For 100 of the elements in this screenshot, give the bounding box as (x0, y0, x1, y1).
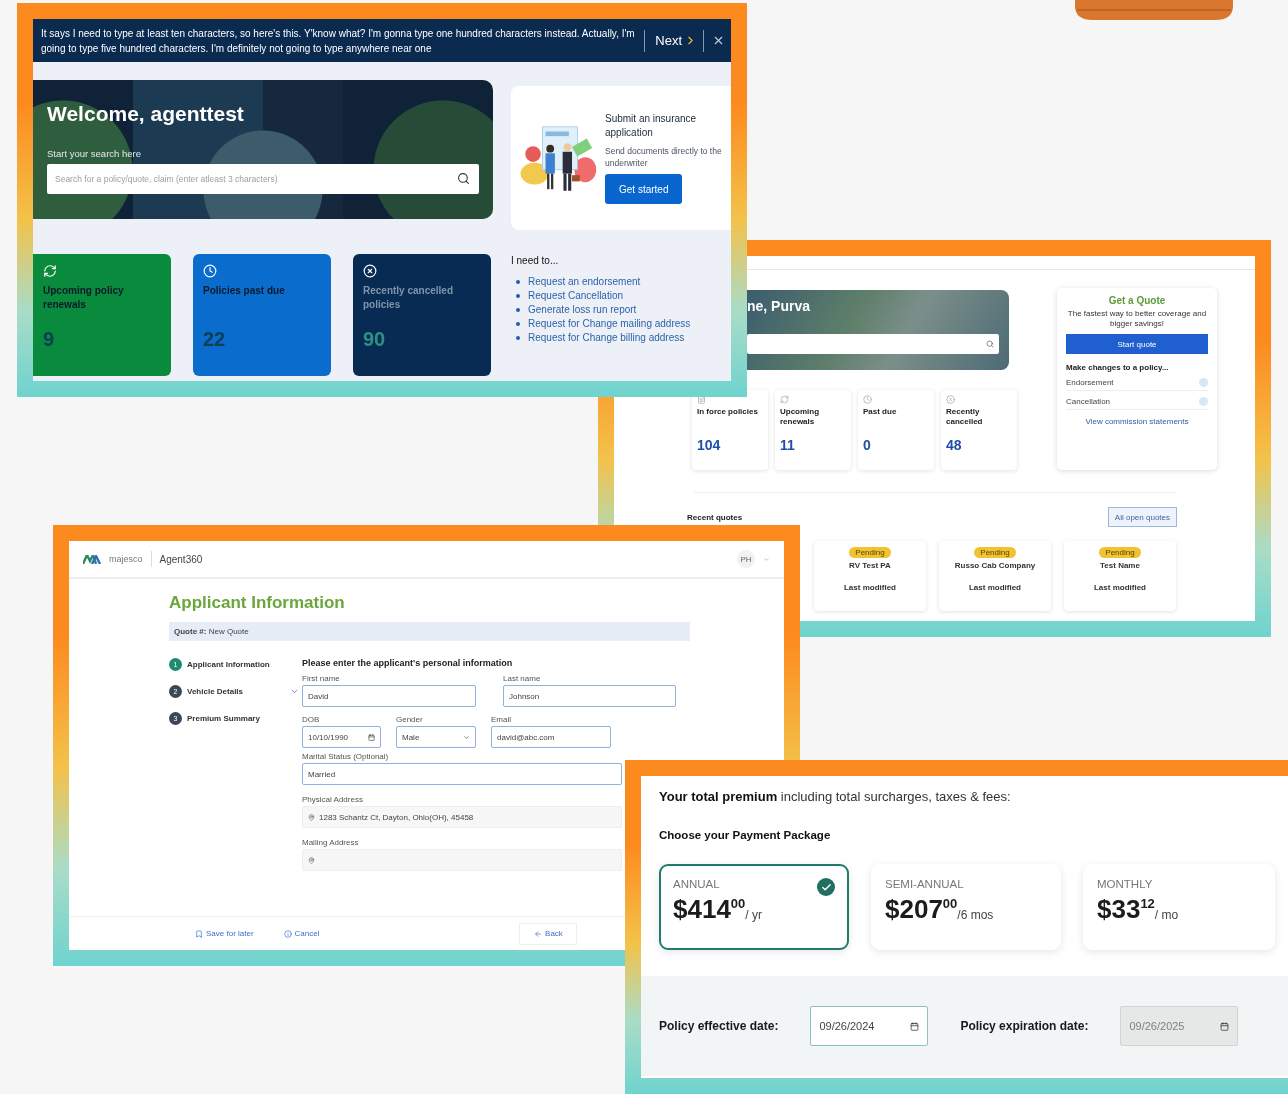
clock-icon (863, 395, 872, 404)
refresh-icon (780, 395, 789, 404)
field-label: Physical Address (302, 795, 363, 804)
chevron-down-icon[interactable] (290, 687, 299, 696)
cancel-button[interactable]: Cancel (283, 929, 320, 938)
stat-value: 9 (43, 328, 56, 351)
save-for-later-button[interactable]: Save for later (195, 929, 254, 938)
field-label: Last name (503, 674, 541, 683)
check-icon (817, 878, 835, 896)
step-label[interactable]: Applicant Information (187, 660, 285, 669)
change-option[interactable]: Endorsement (1066, 378, 1114, 387)
premium-heading: Your total premium including total surcharges, taxes & fees: (659, 789, 1012, 804)
search-label: Start your search here (47, 148, 142, 159)
input-field[interactable]: Male (396, 726, 476, 748)
arrow-left-icon (534, 929, 543, 938)
input-field[interactable]: Johnson (503, 685, 676, 707)
form-title: Please enter the applicant's personal information (302, 658, 514, 668)
user-avatar[interactable]: PH (737, 550, 755, 568)
get-started-button[interactable]: Get started (605, 174, 683, 204)
task-link[interactable]: Request Cancellation (528, 290, 624, 302)
status-badge: Pending (1099, 547, 1141, 558)
stat-card[interactable]: Past due 0 (858, 390, 934, 470)
status-badge: Pending (849, 547, 891, 558)
field-label: First name (302, 674, 340, 683)
stat-value: 90 (363, 328, 387, 351)
quote-item-card[interactable]: Pending RV Test PA Last modified (814, 541, 926, 611)
stat-label: Recently cancelled policies (363, 284, 455, 312)
input-field[interactable]: 10/10/1990 (302, 726, 381, 748)
stat-value: 104 (697, 437, 722, 453)
bullet-icon (516, 280, 520, 284)
date-field[interactable]: 09/26/2024 (810, 1006, 929, 1046)
promo-text: Send documents directly to the underwriter (605, 145, 723, 169)
input-field[interactable]: Married (302, 763, 622, 785)
field-label: Email (491, 715, 511, 724)
stat-card[interactable]: Recently cancelled 48 (941, 390, 1017, 470)
field-label: Gender (396, 715, 423, 724)
stat-value: 0 (863, 437, 872, 453)
stat-value: 22 (203, 328, 227, 351)
welcome-title: Welcome, agenttest (47, 102, 245, 126)
stat-card[interactable]: Upcoming renewals 11 (775, 390, 851, 470)
welcome-title: ne, Purva (747, 298, 812, 314)
promo-title: Submit an insurance application (605, 112, 698, 140)
step-label[interactable]: Vehicle Details (187, 687, 285, 696)
section-title: Recent quotes (687, 512, 743, 522)
input-field[interactable]: david@abc.com (491, 726, 611, 748)
plan-label: SEMI-ANNUAL (885, 878, 964, 890)
bullet-icon (516, 294, 520, 298)
logo-icon (83, 554, 101, 564)
stat-value: 48 (946, 437, 963, 453)
caret-icon[interactable] (763, 555, 770, 563)
quote-text: The fastest way to better coverage and bigger savings! (1066, 309, 1208, 329)
date-label: Policy effective date: (659, 1019, 779, 1033)
last-modified-label: Last modified (969, 583, 1021, 592)
tasks-title: I need to... (511, 255, 560, 266)
quote-name: RV Test PA (849, 561, 891, 570)
info-icon (283, 929, 292, 938)
product-name: Agent360 (159, 553, 204, 565)
bullet-icon (516, 336, 520, 340)
location-pin-icon (308, 856, 315, 864)
start-quote-button[interactable]: Start quote (1066, 334, 1208, 354)
document-icon (697, 395, 706, 404)
task-link[interactable]: Generate loss run report (528, 304, 637, 316)
close-button[interactable] (712, 34, 725, 47)
step-label[interactable]: Premium Summary (187, 714, 285, 723)
input-field[interactable]: David (302, 685, 476, 707)
input-field[interactable] (302, 849, 622, 871)
plan-label: MONTHLY (1097, 878, 1153, 890)
stat-card[interactable]: Upcoming policy renewals 9 (33, 254, 171, 376)
brand-name: majesco (109, 554, 143, 564)
field-label: DOB (302, 715, 320, 724)
stat-card[interactable]: In force policies 104 (692, 390, 768, 470)
quote-item-card[interactable]: Pending Test Name Last modified (1064, 541, 1176, 611)
cancel-circle-icon (946, 395, 955, 404)
task-link[interactable]: Request for Change mailing address (528, 318, 691, 330)
search-field[interactable]: Search for a policy/quote, claim (enter atleast 3 characters) (47, 164, 479, 194)
refresh-icon (43, 264, 57, 278)
plan-label: ANNUAL (673, 878, 720, 890)
all-quotes-button[interactable]: All open quotes (1107, 507, 1177, 527)
stat-label: Recently cancelled (946, 407, 984, 427)
search-icon (986, 340, 994, 348)
next-button[interactable]: Next (644, 29, 704, 52)
cancel-circle-icon (363, 264, 377, 278)
field-label: Mailing Address (302, 838, 359, 847)
bookmark-icon (195, 929, 203, 938)
input-field[interactable]: 1283 Schantz Ct, Dayton, Ohio(OH), 45458 (302, 806, 622, 828)
search-icon (457, 172, 470, 185)
change-option[interactable]: Cancellation (1066, 397, 1111, 406)
quote-item-card[interactable]: Pending Russo Cab Company Last modified (939, 541, 1051, 611)
stat-label: Past due (863, 407, 898, 418)
stat-card[interactable]: Recently cancelled policies 90 (353, 254, 491, 376)
commission-link[interactable]: View commission statements (1066, 417, 1208, 426)
back-button[interactable]: Back (519, 922, 578, 945)
task-link[interactable]: Request for Change billing address (528, 332, 685, 344)
stat-label: In force policies (697, 407, 759, 418)
last-modified-label: Last modified (844, 583, 896, 592)
page-title: Applicant Information (169, 593, 346, 613)
clock-icon (203, 264, 217, 278)
task-link[interactable]: Request an endorsement (528, 276, 641, 288)
quote-title: Get a Quote (1107, 295, 1167, 306)
search-field[interactable] (747, 334, 999, 354)
